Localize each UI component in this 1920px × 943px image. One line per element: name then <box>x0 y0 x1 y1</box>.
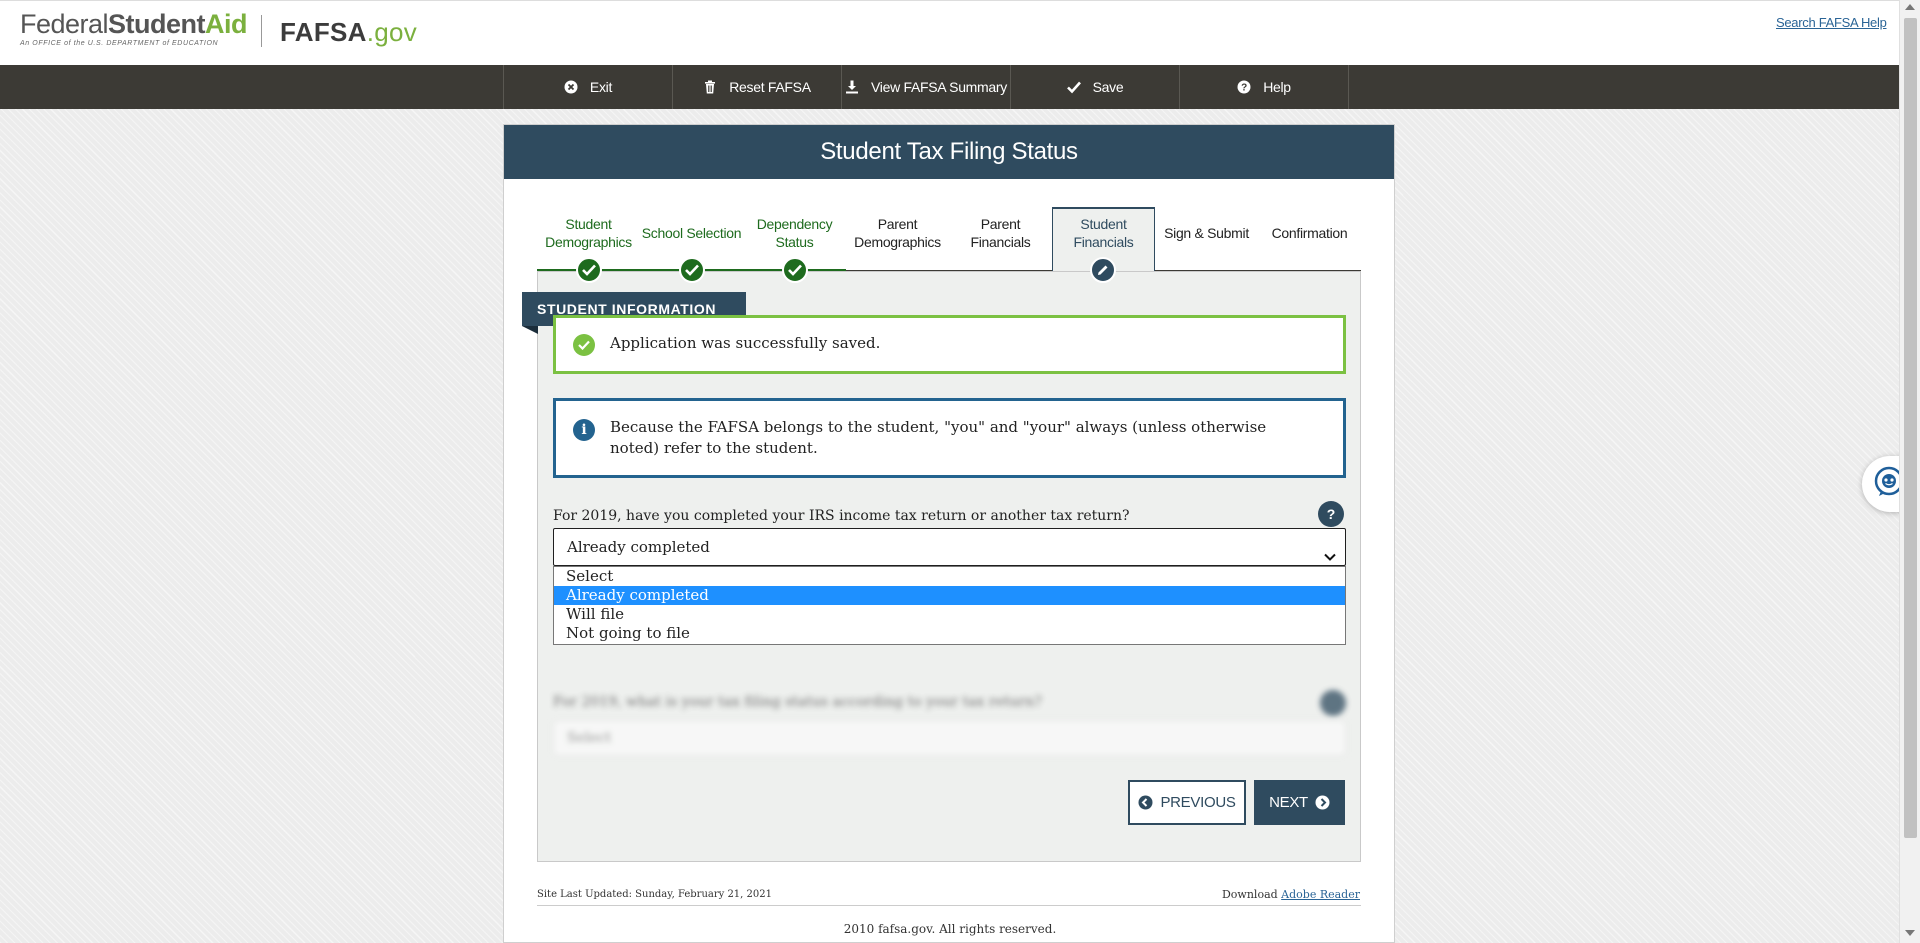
step-student-demographics[interactable]: Student Demographics <box>537 207 640 283</box>
view-fafsa-summary-button[interactable]: View FAFSA Summary <box>842 65 1011 109</box>
step-complete-check-icon <box>679 257 705 283</box>
federal-student-aid-logo[interactable]: FederalStudentAid An OFFICE of the U.S. … <box>20 9 248 48</box>
adobe-reader-link[interactable]: Adobe Reader <box>1281 888 1360 901</box>
site-last-updated: Site Last Updated: Sunday, February 21, … <box>537 889 772 900</box>
save-button[interactable]: Save <box>1011 65 1180 109</box>
step-label-line1: School Selection <box>641 225 742 241</box>
filing-status-question-label: For 2019, what is your tax filing status… <box>553 690 1346 718</box>
progress-tracker: Student Demographics School Selection Dep… <box>537 207 1361 283</box>
tax-return-status-select[interactable]: Already completed <box>553 528 1346 566</box>
question-circle-icon: ? <box>1237 80 1251 94</box>
filing-status-question-text: For 2019, what is your tax filing status… <box>553 694 1042 710</box>
step-label-line1: Confirmation <box>1271 225 1348 241</box>
arrow-right-circle-icon <box>1315 795 1330 810</box>
question-help-button[interactable]: ? <box>1318 501 1344 527</box>
form-section: STUDENT INFORMATION Application was succ… <box>522 271 1361 862</box>
step-confirmation: Confirmation <box>1258 207 1361 271</box>
tax-return-question-label: For 2019, have you completed your IRS in… <box>553 508 1130 524</box>
step-label-line1: Student <box>1080 216 1127 232</box>
close-circle-icon <box>564 80 578 94</box>
reset-fafsa-label: Reset FAFSA <box>729 79 811 95</box>
exit-button[interactable]: Exit <box>504 65 673 109</box>
search-fafsa-help-link[interactable]: Search FAFSA Help <box>1776 15 1887 30</box>
tax-return-status-options: Select Already completed Will file Not g… <box>553 566 1346 645</box>
step-label-line1: Student <box>565 216 612 232</box>
step-student-financials[interactable]: Student Financials <box>1052 207 1155 283</box>
save-label: Save <box>1092 79 1124 95</box>
checkmark-icon <box>1066 80 1081 94</box>
next-label: NEXT <box>1269 794 1308 811</box>
step-label-line1: Dependency <box>756 216 833 232</box>
copyright-text: 2010 fafsa.gov. All rights reserved. <box>843 922 1057 936</box>
logo-federal: Federal <box>20 9 109 39</box>
download-icon <box>845 80 859 94</box>
footer-divider <box>537 905 1361 906</box>
step-label-line2: Status <box>775 234 814 250</box>
option-not-going-to-file[interactable]: Not going to file <box>554 624 1345 643</box>
download-prefix: Download <box>1221 888 1282 901</box>
step-label-line1: Sign & Submit <box>1164 225 1249 241</box>
step-complete-check-icon <box>782 257 808 283</box>
next-button[interactable]: NEXT <box>1254 780 1345 825</box>
scrollbar-thumb[interactable] <box>1904 18 1917 838</box>
success-message: Application was successfully saved. <box>610 334 881 352</box>
page-title: Student Tax Filing Status <box>504 125 1394 179</box>
step-label-line2: Demographics <box>545 234 632 250</box>
step-label-line1: Parent <box>877 216 918 232</box>
step-school-selection[interactable]: School Selection <box>640 207 743 283</box>
step-complete-check-icon <box>576 257 602 283</box>
success-check-icon <box>573 334 595 356</box>
option-select[interactable]: Select <box>554 567 1345 586</box>
logo-gov-text: .gov <box>366 17 418 47</box>
logo-aid: Aid <box>205 9 248 39</box>
step-label-line1: Parent <box>980 216 1021 232</box>
fafsa-gov-logo[interactable]: FAFSA.gov <box>280 17 417 48</box>
help-button[interactable]: ? Help <box>1180 65 1349 109</box>
previous-button[interactable]: PREVIOUS <box>1128 780 1246 825</box>
info-icon: i <box>573 419 595 441</box>
logo-student: Student <box>108 9 206 39</box>
reset-fafsa-button[interactable]: Reset FAFSA <box>673 65 842 109</box>
help-label: Help <box>1263 79 1291 95</box>
step-edit-pencil-icon <box>1090 257 1116 283</box>
info-message: Because the FAFSA belongs to the student… <box>610 418 1267 457</box>
exit-label: Exit <box>589 79 613 95</box>
step-parent-financials: Parent Financials <box>949 207 1052 271</box>
select-current-value: Already completed <box>567 538 710 556</box>
filing-status-help-icon <box>1320 690 1346 716</box>
logo-fafsa-text: FAFSA <box>280 17 367 47</box>
step-sign-submit: Sign & Submit <box>1155 207 1258 271</box>
trash-icon <box>703 80 717 94</box>
section-tab-fold <box>522 326 538 334</box>
logo-divider <box>261 15 262 47</box>
arrow-left-circle-icon <box>1138 795 1153 810</box>
page-scrollbar[interactable] <box>1899 0 1920 943</box>
scroll-up-arrow-icon[interactable] <box>1905 4 1915 10</box>
site-header: FederalStudentAid An OFFICE of the U.S. … <box>0 0 1899 65</box>
step-parent-demographics: Parent Demographics <box>846 207 949 271</box>
success-alert: Application was successfully saved. <box>553 315 1346 374</box>
scroll-down-arrow-icon[interactable] <box>1905 930 1915 936</box>
download-adobe-reader: Download Adobe Reader <box>1222 888 1360 901</box>
option-will-file[interactable]: Will file <box>554 605 1345 624</box>
option-already-completed[interactable]: Already completed <box>554 586 1345 605</box>
filing-status-select[interactable]: Select <box>553 720 1346 756</box>
top-nav-bar: Exit Reset FAFSA View FAFSA Summary Save… <box>0 65 1899 109</box>
main-card: Student Tax Filing Status Student Demogra… <box>503 124 1395 943</box>
step-label-line2: Demographics <box>854 234 941 250</box>
chevron-down-icon <box>1323 541 1337 561</box>
step-label-line2: Financials <box>970 234 1031 250</box>
step-label-line2: Financials <box>1073 234 1134 250</box>
view-fafsa-summary-label: View FAFSA Summary <box>871 79 1007 95</box>
info-alert: i Because the FAFSA belongs to the stude… <box>553 398 1346 478</box>
step-dependency-status[interactable]: Dependency Status <box>743 207 846 283</box>
logo-tagline: An OFFICE of the U.S. DEPARTMENT of EDUC… <box>20 40 219 47</box>
svg-text:?: ? <box>1241 83 1247 94</box>
previous-label: PREVIOUS <box>1160 794 1236 811</box>
